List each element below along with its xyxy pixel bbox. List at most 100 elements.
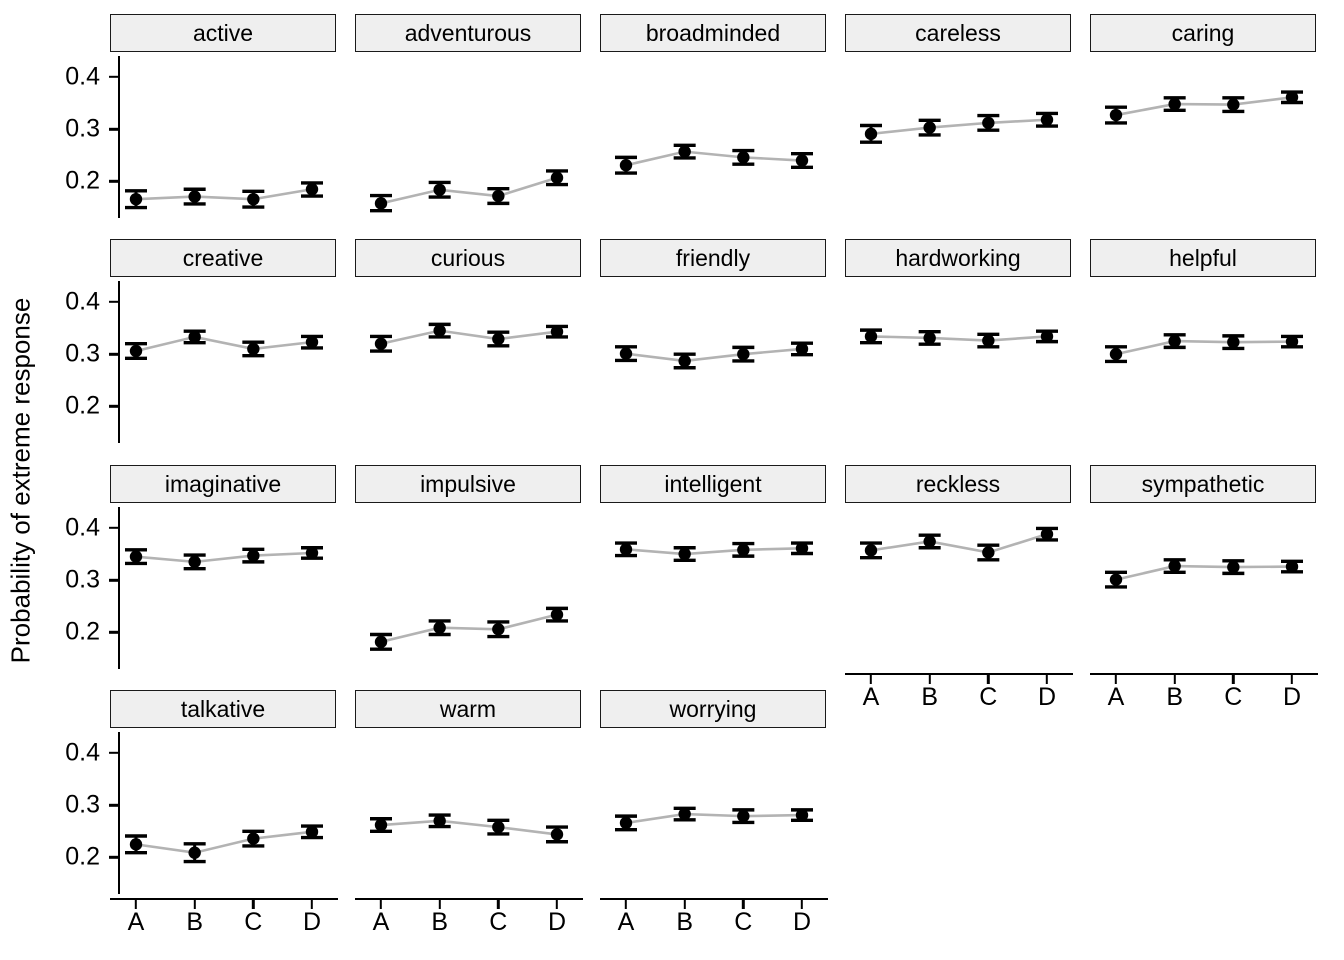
plot-area: [110, 281, 338, 443]
series-line: [625, 546, 803, 556]
facet-strip: curious: [355, 239, 581, 277]
facet-panel-hardworking: hardworking: [845, 235, 1073, 460]
data-point: [1227, 98, 1240, 111]
data-point: [619, 816, 633, 830]
plot-area: [110, 507, 338, 669]
series-line: [870, 532, 1048, 554]
facet-row: 0.4 0.3 0.2 imaginative impulsive intelligent…: [42, 461, 1344, 710]
series-plot: [1105, 558, 1303, 589]
series-plot: [370, 169, 568, 213]
data-point: [737, 543, 750, 557]
x-tick-label: A: [617, 908, 635, 936]
facet-strip: adventurous: [355, 14, 581, 52]
x-tick-label: C: [489, 908, 508, 936]
facet-panel-curious: curious: [355, 235, 583, 460]
x-tick-label: A: [127, 908, 145, 936]
facet-strip-label: active: [192, 19, 254, 46]
facet-strip-label: careless: [915, 19, 1001, 46]
data-point: [678, 547, 691, 561]
y-tick-labels: 0.4 0.3 0.2: [42, 10, 110, 235]
facet-panel-sympathetic: sympathetic: [1090, 461, 1318, 686]
x-axis-line: [355, 898, 583, 901]
facet-strip: caring: [1090, 14, 1316, 52]
x-tick-label: B: [186, 908, 203, 936]
plot-area: [845, 281, 1073, 443]
x-tick-label: A: [372, 908, 390, 936]
data-point-group: [977, 543, 1000, 562]
x-tick-label: C: [244, 908, 263, 936]
facet-strip-label: friendly: [675, 244, 751, 271]
facet-strip-label: curious: [430, 244, 506, 271]
plot-area: [600, 732, 828, 894]
plot-area: [110, 56, 338, 218]
data-point-group: [546, 169, 568, 187]
series-plot: [860, 111, 1058, 144]
series-line: [380, 819, 558, 836]
y-tick-labels: 0.4 0.3 0.2: [42, 461, 110, 686]
y-tick-label: 0.4: [65, 513, 100, 542]
facet-strip: imaginative: [110, 465, 336, 503]
data-point: [982, 116, 995, 130]
data-point-group: [546, 606, 568, 623]
y-axis-title-text: Probability of extreme response: [5, 297, 36, 663]
data-point-group: [370, 193, 392, 213]
facet-strip: reckless: [845, 465, 1071, 503]
facet-panel-careless: careless: [845, 10, 1073, 235]
data-point: [129, 192, 143, 206]
plot-area: [600, 56, 828, 218]
data-point: [795, 342, 809, 356]
plot-area: [600, 507, 828, 669]
data-point-group: [1036, 526, 1058, 542]
data-point: [247, 549, 260, 562]
data-point: [1168, 559, 1181, 573]
facet-strip-label: hardworking: [895, 244, 1021, 271]
y-tick-label: 0.2: [65, 391, 100, 420]
facet-strip-label: broadminded: [645, 19, 781, 46]
data-point: [923, 535, 936, 548]
facet-panel-impulsive: impulsive: [355, 461, 583, 686]
data-point-group: [370, 632, 392, 651]
plot-area: [355, 281, 583, 443]
facet-strip: intelligent: [600, 465, 826, 503]
facet-strip: broadminded: [600, 14, 826, 52]
facet-strip-label: sympathetic: [1141, 470, 1265, 497]
facet-chart-root: Probability of extreme response 0.4 0.3 0.…: [0, 0, 1344, 960]
data-point: [864, 330, 878, 343]
x-axis: A B C D: [355, 898, 583, 944]
series-line: [1115, 95, 1293, 117]
series-plot: [370, 813, 568, 844]
x-tick-label: D: [302, 908, 322, 936]
data-point: [247, 342, 260, 356]
facet-panel-caring: caring: [1090, 10, 1318, 235]
series-plot: [1105, 90, 1303, 125]
data-point: [550, 325, 564, 338]
facet-panel-active: active: [110, 10, 338, 235]
plot-area: [355, 732, 583, 894]
y-tick-label: 0.2: [65, 166, 100, 195]
series-line: [625, 812, 803, 825]
data-point: [492, 623, 505, 636]
data-point: [864, 544, 878, 557]
series-line: [135, 551, 313, 564]
data-point-group: [615, 155, 637, 175]
data-point: [1109, 108, 1123, 122]
facet-panel-warm: warm: [355, 686, 583, 911]
facet-strip: sympathetic: [1090, 465, 1316, 503]
series-line: [380, 613, 558, 644]
data-point-group: [370, 334, 392, 353]
data-point: [678, 145, 691, 158]
x-axis: A B C D: [600, 898, 828, 944]
data-point-group: [125, 342, 147, 361]
x-tick-label: D: [792, 908, 812, 936]
facet-strip: careless: [845, 14, 1071, 52]
facet-strip-label: imaginative: [164, 470, 282, 497]
data-point: [1285, 91, 1299, 104]
facet-strip-label: talkative: [180, 695, 266, 722]
facet-strip: impulsive: [355, 465, 581, 503]
data-point: [247, 192, 260, 206]
data-point: [795, 154, 809, 167]
series-line: [870, 118, 1048, 136]
data-point: [982, 334, 995, 347]
series-plot: [370, 606, 568, 651]
y-tick-label: 0.2: [65, 842, 100, 871]
